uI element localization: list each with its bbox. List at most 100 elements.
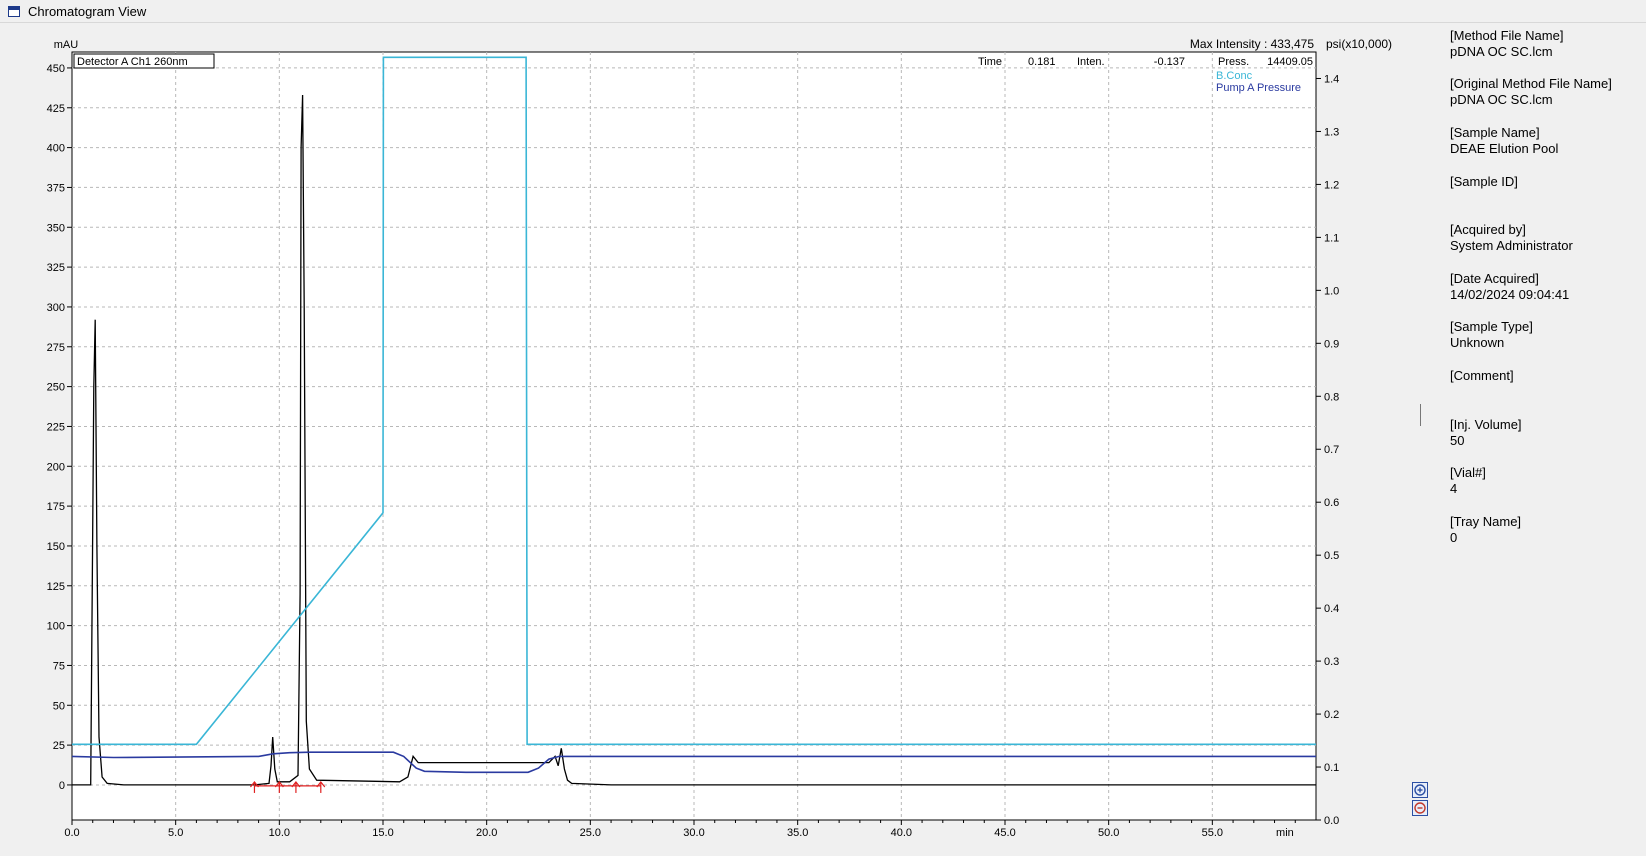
y-left-tick-label: 0	[59, 780, 65, 792]
y-left-tick-label: 300	[47, 302, 65, 314]
y-right-tick-label: 1.1	[1324, 232, 1339, 244]
y-right-tick-label: 1.2	[1324, 179, 1339, 191]
inten-label: Inten.	[1077, 56, 1105, 68]
info-sample-name: [Sample Name] DEAE Elution Pool	[1450, 125, 1640, 157]
x-tick-label: 20.0	[476, 827, 497, 839]
y-right-tick-label: 1.0	[1324, 285, 1339, 297]
window-titlebar: Chromatogram View	[0, 0, 1646, 23]
legend-entry: Pump A Pressure	[1216, 82, 1301, 94]
y-left-tick-label: 25	[53, 740, 65, 752]
info-label: [Sample Name]	[1450, 125, 1540, 140]
x-tick-label: 40.0	[891, 827, 912, 839]
y-left-tick-label: 50	[53, 700, 65, 712]
info-label: [Inj. Volume]	[1450, 417, 1522, 432]
y-right-tick-label: 0.8	[1324, 391, 1339, 403]
y-left-tick-label: 75	[53, 660, 65, 672]
info-comment: [Comment]	[1450, 368, 1640, 384]
zoom-out-button[interactable]	[1412, 800, 1428, 816]
info-value: DEAE Elution Pool	[1450, 141, 1559, 156]
x-tick-label: 10.0	[269, 827, 290, 839]
info-method-file: [Method File Name] pDNA OC SC.lcm	[1450, 28, 1640, 60]
y-right-tick-label: 0.1	[1324, 762, 1339, 774]
y-left-tick-label: 400	[47, 143, 65, 155]
zoom-in-icon	[1414, 784, 1426, 796]
chromatogram-chart[interactable]: 0.0 5.0 10.0 15.0 20.0 25.0 30.0 35.0 40.0 45.0 50…	[0, 22, 1646, 851]
press-label: Press.	[1218, 56, 1249, 68]
y-left-tick-label: 350	[47, 222, 65, 234]
info-original-method-file: [Original Method File Name] pDNA OC SC.lc…	[1450, 76, 1640, 108]
y-left-tick-label: 250	[47, 382, 65, 394]
y-left-axis-label: mAU	[54, 39, 79, 51]
x-tick-label: 30.0	[683, 827, 704, 839]
x-tick-label: 15.0	[372, 827, 393, 839]
legend-entry: B.Conc	[1216, 70, 1253, 82]
x-tick-label: 55.0	[1202, 827, 1223, 839]
info-inj-volume: [Inj. Volume] 50	[1450, 417, 1640, 449]
press-value: 14409.05	[1267, 56, 1313, 68]
x-tick-label: 5.0	[168, 827, 183, 839]
info-value: 0	[1450, 530, 1458, 545]
y-left-tick-label: 425	[47, 103, 65, 115]
inten-value: -0.137	[1154, 56, 1185, 68]
max-intensity-readout: Max Intensity : 433,475	[1190, 37, 1314, 51]
y-left-tick-label: 125	[47, 581, 65, 593]
y-left-tick-label: 100	[47, 621, 65, 633]
info-sample-type: [Sample Type] Unknown	[1450, 319, 1640, 351]
y-right-tick-label: 0.4	[1324, 603, 1339, 615]
y-left-tick-label: 150	[47, 541, 65, 553]
info-value: 50	[1450, 433, 1465, 448]
x-tick-label: 35.0	[787, 827, 808, 839]
info-label: [Original Method File Name]	[1450, 76, 1612, 91]
y-right-tick-label: 0.7	[1324, 444, 1339, 456]
zoom-in-button[interactable]	[1412, 782, 1428, 798]
info-label: [Vial#]	[1450, 465, 1486, 480]
y-right-tick-label: 1.4	[1324, 73, 1339, 85]
info-value: pDNA OC SC.lcm	[1450, 44, 1553, 59]
time-value: 0.181	[1028, 56, 1056, 68]
info-sample-id: [Sample ID]	[1450, 174, 1640, 190]
info-date-acquired: [Date Acquired] 14/02/2024 09:04:41	[1450, 271, 1640, 303]
info-value: 4	[1450, 481, 1458, 496]
info-label: [Tray Name]	[1450, 514, 1522, 529]
y-right-tick-label: 0.6	[1324, 497, 1339, 509]
y-right-tick-label: 0.3	[1324, 656, 1339, 668]
info-value: 14/02/2024 09:04:41	[1450, 287, 1570, 302]
window-title: Chromatogram View	[28, 3, 147, 19]
y-right-tick-label: 0.9	[1324, 338, 1339, 350]
x-tick-label: 25.0	[580, 827, 601, 839]
x-axis-label: min	[1276, 827, 1294, 839]
x-tick-label: 45.0	[994, 827, 1015, 839]
y-right-tick-label: 0.2	[1324, 709, 1339, 721]
info-label: [Sample Type]	[1450, 319, 1533, 334]
info-label: [Sample ID]	[1450, 174, 1518, 189]
info-value: System Administrator	[1450, 238, 1573, 253]
y-left-tick-label: 375	[47, 182, 65, 194]
y-right-axis-label: psi(x10,000)	[1326, 37, 1392, 51]
y-right-tick-label: 1.3	[1324, 126, 1339, 138]
chromatogram-chart-area[interactable]: 0.0 5.0 10.0 15.0 20.0 25.0 30.0 35.0 40.0 45.0 50…	[0, 22, 1646, 851]
x-tick-label: 50.0	[1098, 827, 1119, 839]
y-left-tick-label: 325	[47, 262, 65, 274]
y-left-tick-label: 450	[47, 63, 65, 75]
y-left-tick-label: 225	[47, 421, 65, 433]
y-left-tick-label: 275	[47, 342, 65, 354]
info-tray-name: [Tray Name] 0	[1450, 514, 1640, 546]
time-label: Time	[978, 56, 1002, 68]
window-icon	[8, 5, 20, 17]
panel-splitter[interactable]	[1420, 404, 1421, 426]
info-value: pDNA OC SC.lcm	[1450, 92, 1553, 107]
zoom-out-icon	[1414, 802, 1426, 814]
y-left-tick-label: 200	[47, 461, 65, 473]
info-label: [Method File Name]	[1450, 28, 1564, 43]
y-right-tick-label: 0.0	[1324, 815, 1339, 827]
info-vial: [Vial#] 4	[1450, 465, 1640, 497]
info-acquired-by: [Acquired by] System Administrator	[1450, 222, 1640, 254]
info-label: [Acquired by]	[1450, 222, 1526, 237]
y-left-tick-label: 175	[47, 501, 65, 513]
info-value: Unknown	[1450, 335, 1505, 350]
info-label: [Date Acquired]	[1450, 271, 1539, 286]
info-label: [Comment]	[1450, 368, 1514, 383]
x-tick-label: 0.0	[64, 827, 79, 839]
detector-label: Detector A Ch1 260nm	[77, 56, 188, 68]
y-right-tick-label: 0.5	[1324, 550, 1339, 562]
